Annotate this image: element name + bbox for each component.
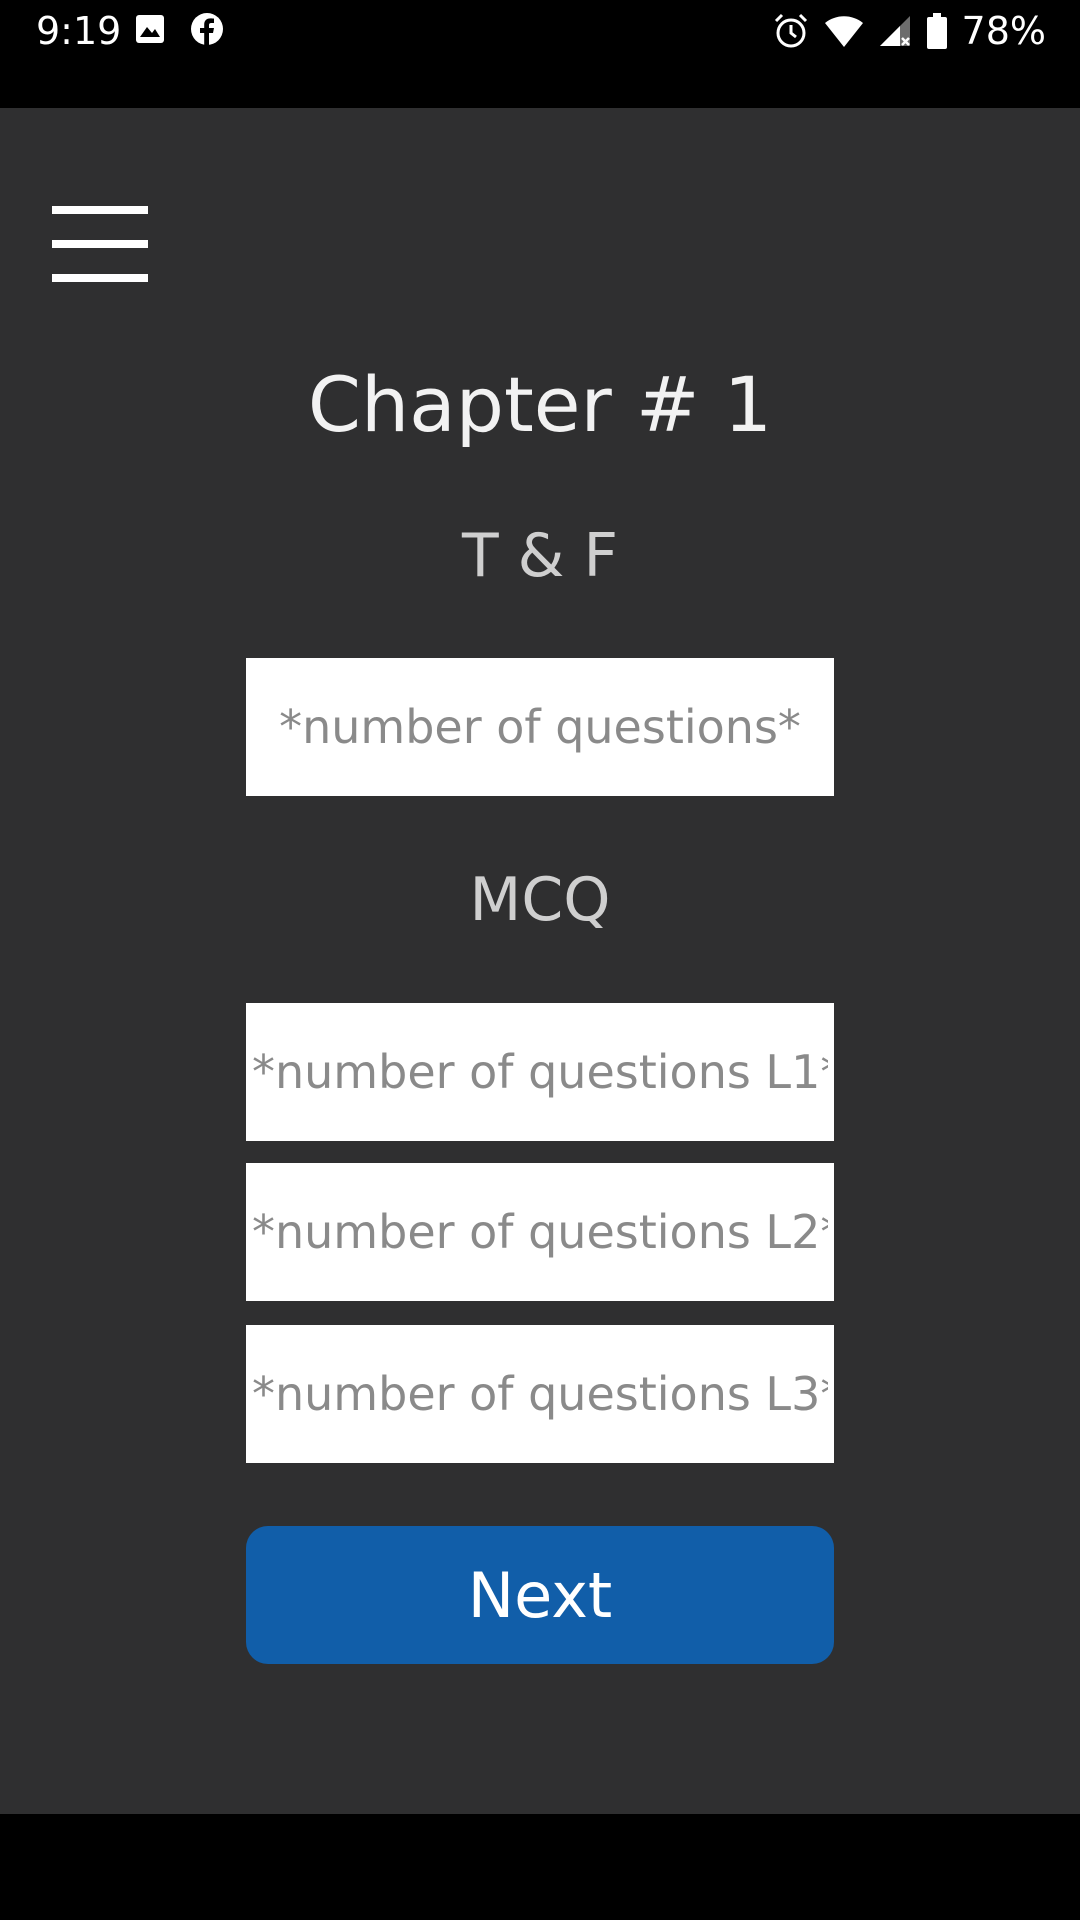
image-icon bbox=[136, 15, 164, 43]
mcq-l1-questions-input[interactable] bbox=[246, 1003, 834, 1141]
tf-questions-input[interactable] bbox=[246, 658, 834, 796]
system-status: 78% bbox=[772, 8, 1046, 54]
navigation-bar bbox=[0, 1814, 1080, 1920]
menu-bar-bottom bbox=[52, 274, 148, 282]
alarm-icon bbox=[774, 13, 807, 48]
status-time: 9:19 bbox=[36, 9, 122, 53]
mcq-section-label: MCQ bbox=[469, 865, 611, 935]
mcq-l3-questions-input[interactable] bbox=[246, 1325, 834, 1463]
facebook-icon bbox=[191, 13, 223, 45]
wifi-icon bbox=[824, 16, 863, 47]
notification-icons bbox=[134, 12, 224, 46]
mcq-l2-questions-input[interactable] bbox=[246, 1163, 834, 1301]
battery-percentage: 78% bbox=[961, 9, 1046, 53]
next-button[interactable]: Next bbox=[246, 1526, 834, 1664]
battery-icon bbox=[926, 13, 947, 49]
page-title: Chapter # 1 bbox=[307, 360, 773, 449]
menu-bar-top bbox=[52, 206, 148, 214]
status-bar: 9:19 78% bbox=[0, 0, 1080, 108]
signal-icon bbox=[879, 16, 910, 46]
tf-section-label: T & F bbox=[461, 521, 619, 591]
hamburger-menu-icon[interactable] bbox=[52, 206, 148, 282]
app-screen: Chapter # 1 T & F MCQ Next bbox=[0, 108, 1080, 1814]
menu-bar-middle bbox=[52, 240, 148, 248]
